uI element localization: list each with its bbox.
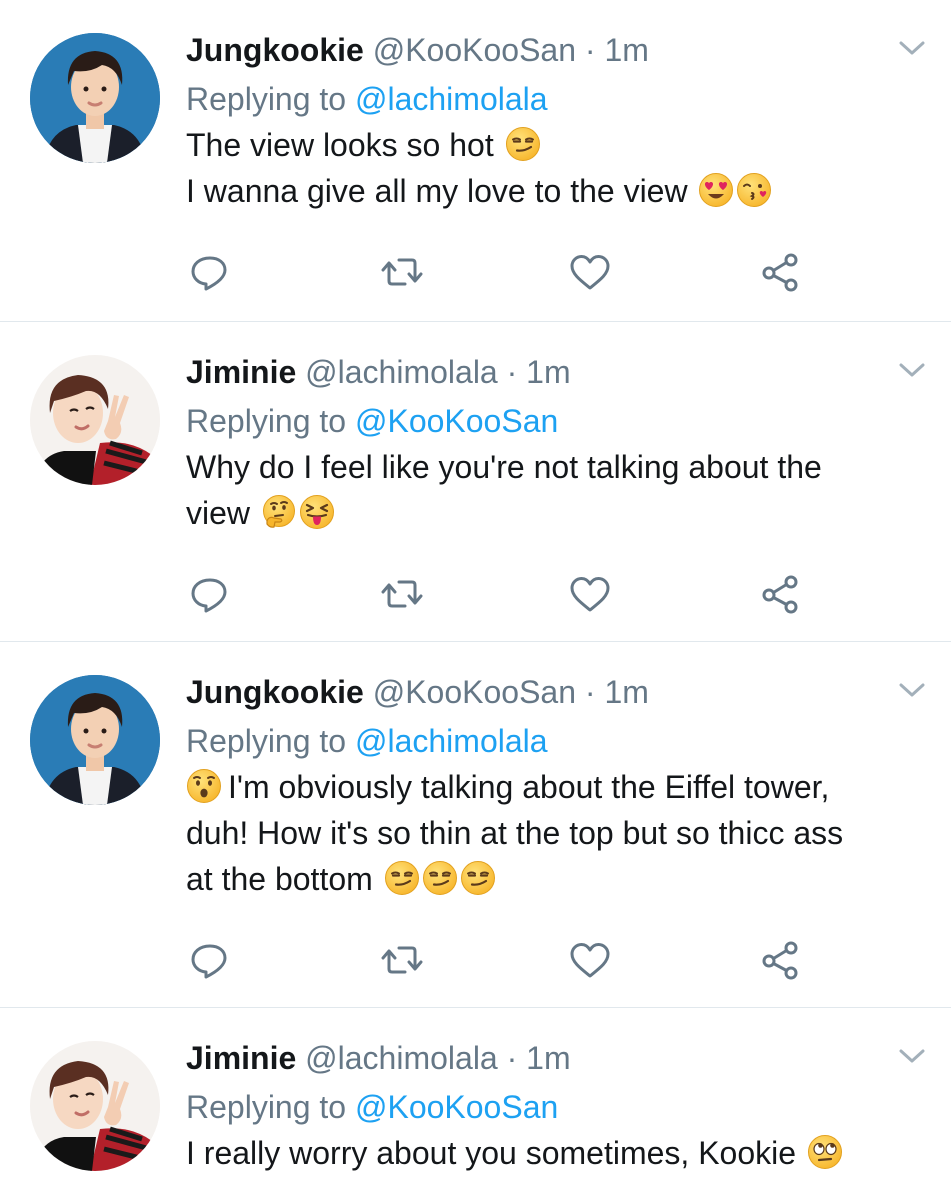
display-name[interactable]: Jiminie [186, 354, 296, 390]
tweet-actions [186, 252, 806, 292]
tweet-text-line: duh! How it's so thin at the top but so … [186, 815, 844, 851]
retweet-button[interactable] [380, 574, 424, 614]
user-handle[interactable]: @lachimolala [305, 1040, 498, 1076]
tweet-text-line: at the bottom [186, 861, 373, 897]
tweet[interactable]: Jungkookie @KooKooSan · 1m Replying to @… [0, 642, 951, 1008]
timestamp[interactable]: 1m [604, 674, 648, 710]
avatar[interactable] [30, 1041, 160, 1171]
share-button[interactable] [758, 574, 802, 614]
retweet-button[interactable] [380, 252, 424, 292]
tweet[interactable]: Jiminie @lachimolala · 1m Replying to @K… [0, 1008, 951, 1200]
tweet-text-line: Why do I feel like you're not talking ab… [186, 449, 822, 485]
heart-eyes-face-emoji [698, 172, 734, 208]
like-icon [568, 252, 612, 292]
mention-link[interactable]: @KooKooSan [355, 1089, 558, 1125]
tweet-text-line: I wanna give all my love to the view [186, 173, 688, 209]
share-icon [758, 574, 802, 614]
display-name[interactable]: Jiminie [186, 1040, 296, 1076]
like-icon [568, 574, 612, 614]
smirking-face-emoji [384, 860, 420, 896]
retweet-icon [380, 252, 424, 292]
avatar[interactable] [30, 355, 160, 485]
chevron-down-icon[interactable] [899, 362, 925, 378]
tweet-text: I really worry about you sometimes, Kook… [186, 1130, 926, 1176]
retweet-icon [380, 940, 424, 980]
chevron-down-icon[interactable] [899, 40, 925, 56]
timestamp[interactable]: 1m [604, 32, 648, 68]
tweet-text-line: The view looks so hot [186, 127, 494, 163]
share-button[interactable] [758, 252, 802, 292]
tweet-text-line: I'm obviously talking about the Eiffel t… [228, 769, 830, 805]
tweet[interactable]: Jungkookie @KooKooSan · 1m Replying to @… [0, 0, 951, 322]
mention-link[interactable]: @lachimolala [355, 81, 548, 117]
tweet-text-line: I really worry about you sometimes, Kook… [186, 1135, 797, 1171]
replying-prefix: Replying to [186, 403, 347, 439]
tweet-text: The view looks so hot I wanna give all m… [186, 122, 926, 214]
reply-button[interactable] [188, 940, 232, 980]
separator: · [497, 354, 527, 390]
retweet-button[interactable] [380, 940, 424, 980]
tweet-text: I'm obviously talking about the Eiffel t… [186, 764, 926, 902]
squinting-face-with-tongue-emoji [299, 494, 335, 530]
replying-to: Replying to @KooKooSan [186, 399, 926, 443]
reply-button[interactable] [188, 252, 232, 292]
tweet-text: Why do I feel like you're not talking ab… [186, 444, 926, 536]
like-button[interactable] [568, 252, 612, 292]
user-handle[interactable]: @KooKooSan [373, 32, 576, 68]
replying-to: Replying to @lachimolala [186, 77, 926, 121]
tweet-text-line: view [186, 495, 251, 531]
avatar[interactable] [30, 675, 160, 805]
reply-icon [188, 252, 232, 292]
reply-icon [188, 940, 232, 980]
reply-icon [188, 574, 232, 614]
timestamp[interactable]: 1m [526, 354, 570, 390]
face-blowing-kiss-emoji [736, 172, 772, 208]
display-name[interactable]: Jungkookie [186, 32, 364, 68]
share-button[interactable] [758, 940, 802, 980]
reply-button[interactable] [188, 574, 232, 614]
user-handle[interactable]: @lachimolala [305, 354, 498, 390]
tweet-actions [186, 574, 806, 614]
separator: · [576, 674, 605, 710]
like-button[interactable] [568, 574, 612, 614]
replying-prefix: Replying to [186, 1089, 347, 1125]
chevron-down-icon[interactable] [899, 682, 925, 698]
share-icon [758, 940, 802, 980]
smirking-face-emoji [460, 860, 496, 896]
replying-prefix: Replying to [186, 723, 347, 759]
face-with-rolling-eyes-emoji [807, 1134, 843, 1170]
tweet-actions [186, 940, 806, 980]
avatar[interactable] [30, 33, 160, 163]
retweet-icon [380, 574, 424, 614]
mention-link[interactable]: @KooKooSan [355, 403, 558, 439]
chevron-down-icon[interactable] [899, 1048, 925, 1064]
like-icon [568, 940, 612, 980]
user-handle[interactable]: @KooKooSan [373, 674, 576, 710]
hushed-face-emoji [186, 768, 222, 804]
share-icon [758, 252, 802, 292]
replying-to: Replying to @KooKooSan [186, 1085, 926, 1129]
timestamp[interactable]: 1m [526, 1040, 570, 1076]
replying-to: Replying to @lachimolala [186, 719, 926, 763]
mention-link[interactable]: @lachimolala [355, 723, 548, 759]
smirking-face-emoji [422, 860, 458, 896]
like-button[interactable] [568, 940, 612, 980]
display-name[interactable]: Jungkookie [186, 674, 364, 710]
thinking-face-emoji [261, 494, 297, 530]
separator: · [576, 32, 605, 68]
separator: · [497, 1040, 527, 1076]
replying-prefix: Replying to [186, 81, 347, 117]
tweet[interactable]: Jiminie @lachimolala · 1m Replying to @K… [0, 322, 951, 642]
smirking-face-emoji [505, 126, 541, 162]
